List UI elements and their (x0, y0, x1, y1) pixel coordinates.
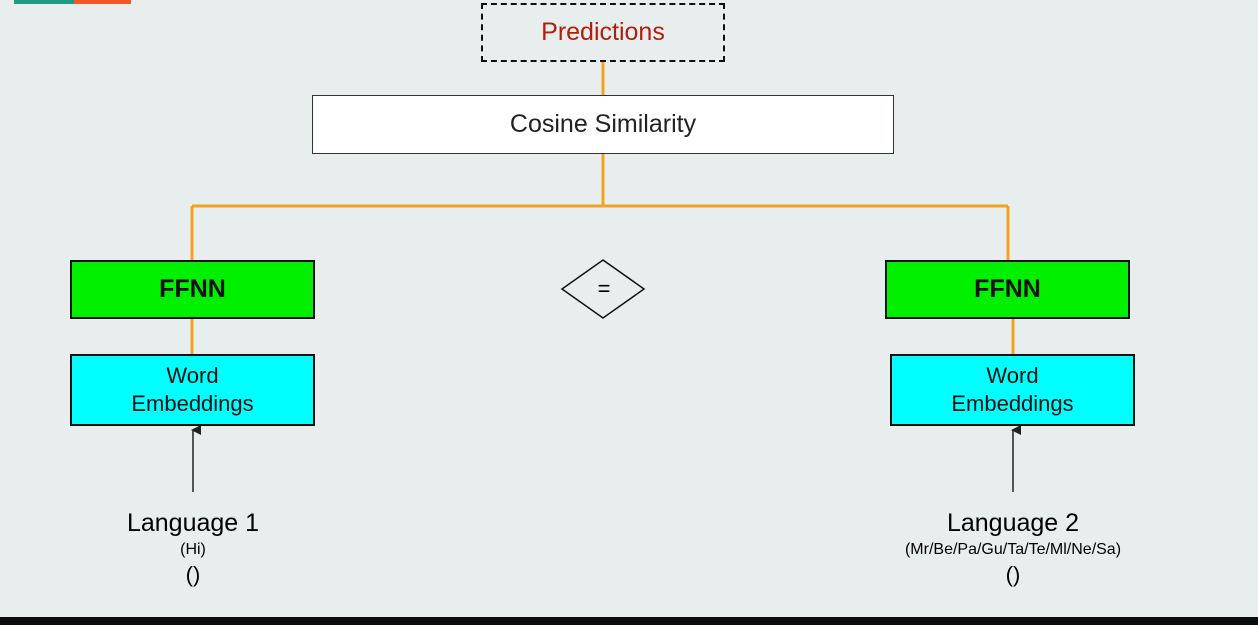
language-1-parens: () (185, 562, 201, 587)
language-1-code: (Hi) (180, 541, 206, 558)
predictions-box: Predictions (481, 3, 725, 62)
word-embeddings-left-box: Word Embeddings (70, 354, 315, 426)
language-2-codes: (Mr/Be/Pa/Gu/Ta/Te/Ml/Ne/Sa) (904, 541, 1122, 558)
cosine-similarity-label: Cosine Similarity (509, 110, 697, 138)
embeddings-left-line2: Embeddings (131, 391, 254, 416)
cosine-similarity-box: Cosine Similarity (312, 95, 894, 154)
embeddings-left-line1: Word (166, 363, 219, 388)
language-2-block: Language 2 (Mr/Be/Pa/Gu/Ta/Te/Ml/Ne/Sa) … (853, 508, 1173, 588)
ffnn-right-label: FFNN (974, 275, 1041, 303)
language-2-parens: () (1005, 562, 1021, 587)
predictions-label: Predictions (541, 18, 665, 46)
language-1-block: Language 1 (Hi) () (93, 508, 293, 588)
word-embeddings-right-box: Word Embeddings (890, 354, 1135, 426)
language-2-name: Language 2 (946, 509, 1080, 537)
language-1-name: Language 1 (126, 509, 260, 537)
ffnn-right-box: FFNN (885, 260, 1130, 319)
equals-symbol: = (597, 276, 611, 301)
ffnn-left-label: FFNN (159, 275, 226, 303)
embeddings-right-line2: Embeddings (951, 391, 1074, 416)
ffnn-left-box: FFNN (70, 260, 315, 319)
embeddings-right-line1: Word (986, 363, 1039, 388)
bottom-bar (0, 617, 1258, 625)
